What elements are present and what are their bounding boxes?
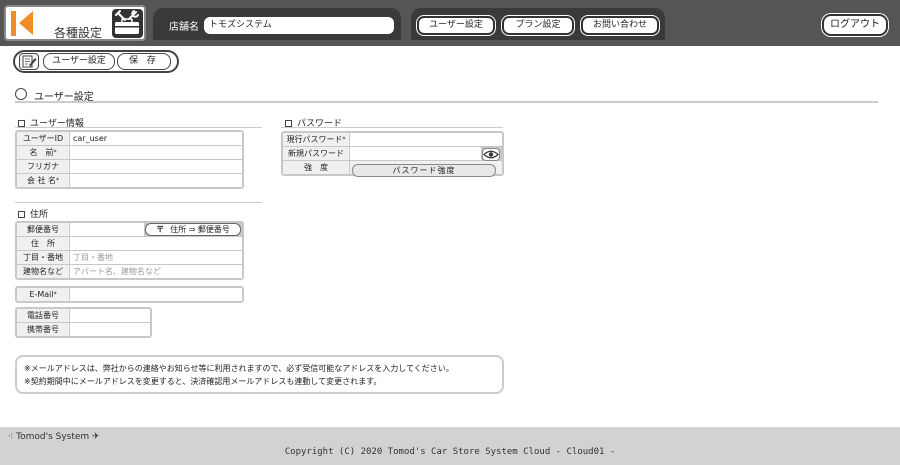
form-row: 電話番号 [17, 309, 150, 322]
required-mark: * [53, 291, 57, 298]
block-field[interactable]: 丁目・番地 [70, 251, 242, 264]
form-row: 新規パスワード [283, 147, 502, 160]
brand-runner-icon: ✈ [89, 432, 100, 442]
toolbar: ユーザー設定 保 存 [13, 50, 179, 73]
store-name-display: トモズシステム [204, 17, 394, 34]
page-title: 各種設定 [54, 26, 103, 40]
furigana-label: フリガナ [17, 160, 69, 173]
edit-document-icon[interactable] [19, 53, 39, 70]
form-row: E-Mail* [17, 288, 242, 301]
nav-plan-settings-button[interactable]: プラン設定 [502, 16, 574, 35]
address-divider [15, 202, 262, 203]
address-field[interactable] [70, 237, 242, 250]
form-row: 名 前* [17, 146, 242, 159]
copyright-text: Copyright (C) 2020 Tomod's Car Store Sys… [284, 447, 616, 457]
section-title: ユーザー設定 [15, 87, 878, 103]
strength-label: 強 度 [283, 161, 349, 174]
furigana-field[interactable] [70, 160, 242, 173]
square-bullet-icon [18, 119, 25, 127]
name-label-text: 名 前 [29, 148, 54, 157]
user-info-form: ユーザーID car_user 名 前* フリガナ 会 社 名* [15, 130, 244, 189]
company-label: 会 社 名* [17, 174, 69, 187]
new-password-field[interactable] [350, 147, 481, 160]
address-label: 住 所 [17, 237, 69, 250]
footer-brand: ⁖ Tomod's System ✈ [8, 432, 100, 442]
user-id-field[interactable]: car_user [70, 132, 242, 145]
footer-brand-text: Tomod's System [16, 432, 90, 442]
company-field[interactable] [70, 174, 242, 187]
form-row: フリガナ [17, 160, 242, 173]
user-id-label: ユーザーID [17, 132, 69, 145]
current-password-field[interactable] [350, 133, 502, 146]
app-header: 各種設定 店舗名 トモズシステム ユーザー設定 プラン設定 お問い合わせ ログア… [0, 0, 900, 46]
toolbar-user-settings-button[interactable]: ユーザー設定 [43, 53, 115, 70]
save-button[interactable]: 保 存 [117, 53, 171, 70]
logout-button[interactable]: ログアウト [822, 14, 888, 36]
show-password-eye-icon[interactable] [482, 148, 500, 161]
form-row: 現行パスワード* [283, 133, 502, 146]
tools-icon [112, 9, 143, 38]
address-to-postal-button[interactable]: 〒住所 ⇒ 郵便番号 [145, 223, 241, 236]
email-field[interactable] [70, 288, 242, 301]
square-bullet-icon [285, 119, 292, 127]
back-arrow-icon [19, 11, 33, 35]
form-row: 携帯番号 [17, 323, 150, 336]
name-label: 名 前* [17, 146, 69, 159]
address-to-postal-label: 住所 ⇒ 郵便番号 [170, 225, 230, 234]
phone-form: 電話番号 携帯番号 [15, 307, 152, 338]
postal-code-field[interactable] [70, 223, 144, 236]
company-label-text: 会 社 名 [26, 176, 57, 185]
store-panel: 店舗名 トモズシステム [153, 8, 401, 40]
new-password-label: 新規パスワード [283, 147, 349, 160]
postbox-icon: 〒 [156, 225, 165, 234]
password-strength-button[interactable]: パスワード強度 [352, 164, 496, 177]
required-mark: * [342, 136, 346, 143]
address-heading-text: 住所 [30, 210, 49, 220]
building-label: 建物名など [17, 265, 69, 278]
email-form: E-Mail* [15, 286, 244, 303]
address-heading: 住所 [18, 207, 48, 220]
square-bullet-icon [18, 210, 25, 218]
current-password-label-text: 現行パスワード [286, 135, 343, 144]
back-to-menu-logo[interactable]: 各種設定 [4, 5, 146, 41]
form-row: ユーザーID car_user [17, 132, 242, 145]
postal-code-label: 郵便番号 [17, 223, 69, 236]
user-info-divider [15, 127, 262, 128]
nav-user-settings-button[interactable]: ユーザー設定 [417, 16, 495, 35]
form-row: 丁目・番地 丁目・番地 [17, 251, 242, 264]
phone-field[interactable] [70, 309, 150, 322]
form-row: 住 所 [17, 237, 242, 250]
form-row: 建物名など アパート名、建物名など [17, 265, 242, 278]
note-line: ※契約期間中にメールアドレスを変更すると、決済確認用メールアドレスも連動して変更… [24, 377, 382, 386]
footer: ⁖ Tomod's System ✈ Copyright (C) 2020 To… [0, 427, 900, 465]
password-divider [281, 127, 503, 128]
required-mark: * [53, 149, 57, 156]
building-field[interactable]: アパート名、建物名など [70, 265, 242, 278]
form-row: 会 社 名* [17, 174, 242, 187]
back-bar-icon [11, 11, 16, 36]
required-mark: * [56, 177, 60, 184]
mobile-label: 携帯番号 [17, 323, 69, 336]
brand-dots-icon: ⁖ [8, 432, 17, 442]
mobile-field[interactable] [70, 323, 150, 336]
email-label-text: E-Mail [29, 290, 54, 299]
name-field[interactable] [70, 146, 242, 159]
store-label: 店舗名 [169, 22, 199, 33]
email-label: E-Mail* [17, 288, 69, 301]
current-password-label: 現行パスワード* [283, 133, 349, 146]
radio-circle-icon [15, 88, 27, 100]
section-title-text: ユーザー設定 [34, 92, 94, 103]
phone-label: 電話番号 [17, 309, 69, 322]
block-label: 丁目・番地 [17, 251, 69, 264]
nav-panel: ユーザー設定 プラン設定 お問い合わせ [411, 8, 665, 40]
notes-box: ※メールアドレスは、弊社からの連絡やお知らせ等に利用されますので、必ず受信可能な… [15, 355, 504, 394]
nav-contact-button[interactable]: お問い合わせ [581, 16, 659, 35]
note-line: ※メールアドレスは、弊社からの連絡やお知らせ等に利用されますので、必ず受信可能な… [24, 364, 454, 373]
